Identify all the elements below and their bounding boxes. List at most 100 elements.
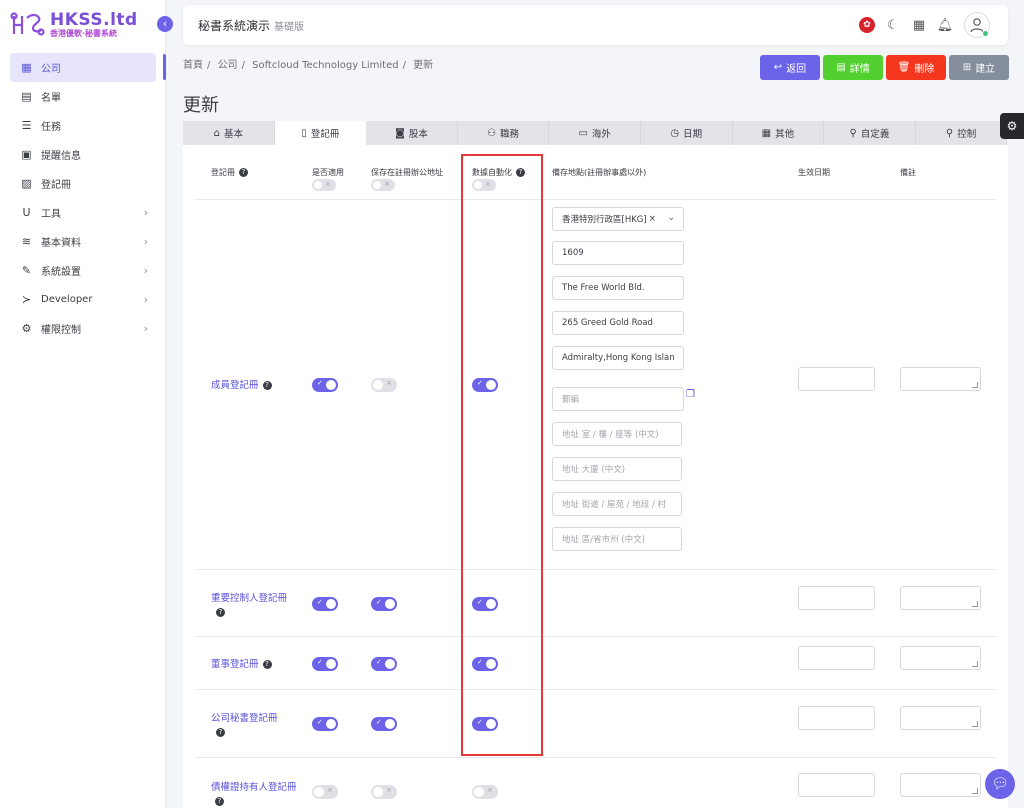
- effective-date-input[interactable]: [798, 586, 875, 610]
- top-bar: 秘書系統演示 基礎版 ✿ ☾ ▦ 🔔︎: [183, 5, 1008, 45]
- help-icon: ?: [216, 728, 225, 737]
- tab-label: 控制: [957, 129, 977, 140]
- country-select[interactable]: 香港特別行政區[HKG] × ⌄: [552, 207, 684, 231]
- keep-at-office-all-toggle[interactable]: ×: [371, 179, 395, 191]
- tab-4[interactable]: ▭ 海外: [549, 121, 641, 145]
- clock-icon: ◷: [670, 127, 680, 139]
- help-icon: ?: [216, 608, 225, 617]
- avatar[interactable]: [964, 12, 990, 38]
- address-district-input[interactable]: Admiralty,Hong Kong Islan: [552, 346, 684, 370]
- tab-0[interactable]: ⌂ 基本: [183, 121, 275, 145]
- register-row-label[interactable]: 成員登記冊?: [211, 379, 272, 393]
- address-district-cn-input[interactable]: 地址 區/省市州 (中文): [552, 527, 682, 551]
- address-building-cn-input[interactable]: 地址 大廈 (中文): [552, 457, 682, 481]
- sidebar-item-7[interactable]: ✎ 系統設置 ›: [10, 256, 156, 285]
- sidebar-item-8[interactable]: ≻ Developer ›: [10, 285, 156, 314]
- sidebar-item-3[interactable]: ▣ 提醒信息: [10, 140, 156, 169]
- help-icon: ?: [215, 797, 224, 806]
- address-room-input[interactable]: 1609: [552, 241, 684, 265]
- remarks-textarea[interactable]: [900, 367, 981, 391]
- breadcrumb-current: 更新: [413, 60, 434, 71]
- details-icon: ▤: [836, 62, 846, 73]
- sidebar-item-6[interactable]: ≋ 基本資料 ›: [10, 227, 156, 256]
- breadcrumb-home[interactable]: 首頁: [183, 60, 203, 71]
- tab-6[interactable]: ▦ 其他: [732, 121, 825, 145]
- apps-grid-icon[interactable]: ▦: [906, 12, 932, 38]
- remarks-textarea[interactable]: [900, 646, 981, 670]
- detail-button[interactable]: ▤ 詳情: [823, 55, 883, 80]
- help-icon: ?: [262, 660, 272, 669]
- home-icon: ⌂: [213, 127, 220, 139]
- chevron-right-icon: ›: [143, 293, 148, 306]
- remarks-textarea[interactable]: [900, 773, 981, 797]
- register-row-label[interactable]: 重要控制人登記冊?: [211, 592, 306, 620]
- keep-at-office-toggle[interactable]: ✓: [371, 717, 397, 731]
- keep-at-office-toggle[interactable]: ✓: [371, 597, 397, 611]
- remarks-textarea[interactable]: [900, 586, 981, 610]
- bell-icon[interactable]: 🔔︎: [932, 12, 958, 38]
- tab-2[interactable]: ◙ 股本: [366, 121, 458, 145]
- sidebar-item-label: 權限控制: [41, 325, 81, 336]
- tab-8[interactable]: ⚲ 控制: [915, 121, 1008, 145]
- remarks-textarea[interactable]: [900, 706, 981, 730]
- theme-settings-icon[interactable]: ⚙: [1000, 113, 1024, 139]
- tab-3[interactable]: ⚇ 職務: [457, 121, 550, 145]
- automation-toggle[interactable]: ✓: [472, 657, 498, 671]
- breadcrumb-company[interactable]: 公司: [218, 60, 238, 71]
- sidebar-item-0[interactable]: ▦ 公司: [10, 53, 156, 82]
- tab-label: 職務: [500, 129, 520, 140]
- logo[interactable]: HKSS.ltd 香港優軟·秘書系統: [8, 10, 138, 40]
- register-row-label[interactable]: 債權證持有人登記冊?: [211, 781, 306, 808]
- automation-toggle[interactable]: ✓: [472, 717, 498, 731]
- tab-5[interactable]: ◷ 日期: [640, 121, 733, 145]
- sidebar-item-1[interactable]: ▤ 名單: [10, 82, 156, 111]
- keep-at-office-toggle[interactable]: ×: [371, 378, 397, 392]
- dark-mode-icon[interactable]: ☾: [880, 12, 906, 38]
- system-version: 基礎版: [274, 21, 305, 33]
- applicable-toggle[interactable]: ✓: [312, 597, 338, 611]
- delete-button[interactable]: 🗑︎ 刪除: [886, 55, 946, 80]
- keep-at-office-toggle[interactable]: ×: [371, 785, 397, 799]
- header-register: 登記冊?: [211, 167, 248, 178]
- automation-all-toggle[interactable]: ×: [472, 179, 496, 191]
- postcode-input[interactable]: 郵編: [552, 387, 684, 411]
- breadcrumb: 首頁 / 公司 / Softcloud Technology Limited / 更新: [183, 60, 434, 71]
- applicable-toggle[interactable]: ✓: [312, 717, 338, 731]
- applicable-toggle[interactable]: ✓: [312, 378, 338, 392]
- sidebar-item-9[interactable]: ⚙ 權限控制 ›: [10, 314, 156, 343]
- chat-bubble-icon[interactable]: 💬︎: [985, 769, 1015, 799]
- create-button[interactable]: ⊞ 建立: [949, 55, 1009, 80]
- address-street-cn-input[interactable]: 地址 街道 / 屋苑 / 地段 / 村: [552, 492, 682, 516]
- breadcrumb-company-name[interactable]: Softcloud Technology Limited: [252, 60, 398, 71]
- tab-bar: ⌂ 基本 ▯ 登記冊 ◙ 股本 ⚇ 職務 ▭ 海外 ◷ 日期 ▦ 其他 ⚲ 自定義 ⚲ 控制: [183, 121, 1008, 145]
- applicable-toggle[interactable]: ✓: [312, 657, 338, 671]
- automation-toggle[interactable]: ✓: [472, 378, 498, 392]
- back-button[interactable]: ↩ 返回: [760, 55, 820, 80]
- effective-date-input[interactable]: [798, 773, 875, 797]
- sidebar-item-2[interactable]: ☰ 任務: [10, 111, 156, 140]
- language-flag-icon[interactable]: ✿: [854, 12, 880, 38]
- copy-icon[interactable]: ❐: [686, 389, 696, 400]
- people-icon: ⚇: [487, 127, 497, 139]
- effective-date-input[interactable]: [798, 646, 875, 670]
- address-room-cn-input[interactable]: 地址 室 / 樓 / 座等 (中文): [552, 422, 682, 446]
- address-building-input[interactable]: The Free World Bld.: [552, 276, 684, 300]
- sidebar-item-label: Developer: [41, 294, 93, 305]
- keep-at-office-toggle[interactable]: ✓: [371, 657, 397, 671]
- collapse-sidebar-button[interactable]: ‹: [157, 16, 173, 32]
- tab-7[interactable]: ⚲ 自定義: [824, 121, 916, 145]
- automation-toggle[interactable]: ×: [472, 785, 498, 799]
- tab-1[interactable]: ▯ 登記冊: [274, 121, 367, 145]
- register-row-label[interactable]: 董事登記冊?: [211, 658, 272, 672]
- page-title: 更新: [183, 95, 219, 116]
- sidebar-item-5[interactable]: Ս 工具 ›: [10, 198, 156, 227]
- automation-toggle[interactable]: ✓: [472, 597, 498, 611]
- address-street-input[interactable]: 265 Greed Gold Road: [552, 311, 684, 335]
- applicable-toggle[interactable]: ×: [312, 785, 338, 799]
- applicable-all-toggle[interactable]: ×: [312, 179, 336, 191]
- register-row-label[interactable]: 公司秘書登記冊?: [211, 712, 306, 740]
- sidebar-item-4[interactable]: ▨ 登記冊: [10, 169, 156, 198]
- effective-date-input[interactable]: [798, 706, 875, 730]
- effective-date-input[interactable]: [798, 367, 875, 391]
- add-box-icon: ⊞: [962, 62, 972, 73]
